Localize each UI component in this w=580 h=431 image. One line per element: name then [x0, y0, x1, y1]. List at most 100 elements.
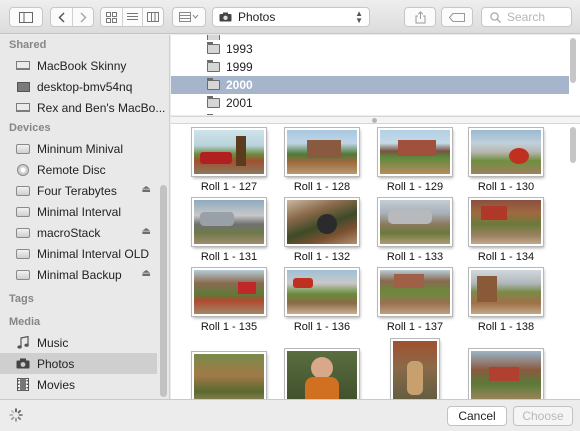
photo-thumbnail	[192, 268, 266, 316]
split-divider[interactable]	[171, 116, 580, 124]
chevron-up-down-icon: ▲ ▼	[355, 9, 363, 25]
photo-tile[interactable]	[190, 352, 268, 399]
section-header-shared: Shared	[9, 39, 47, 51]
photo-tile[interactable]: Roll 1 - 134	[467, 198, 545, 263]
folder-row-2001[interactable]: 2001	[171, 94, 569, 112]
photo-thumbnail	[378, 128, 452, 176]
folder-row-1999[interactable]: 1999	[171, 58, 569, 76]
search-field[interactable]: Search	[481, 7, 572, 27]
eject-icon[interactable]: ⏏	[142, 268, 151, 279]
photo-caption: Roll 1 - 136	[293, 321, 351, 333]
photo-tile[interactable]: Roll 1 - 137	[376, 268, 454, 333]
folder-icon	[207, 78, 220, 90]
photo-caption: Roll 1 - 132	[293, 251, 351, 263]
folder-icon	[207, 42, 220, 54]
disk-icon	[16, 143, 30, 155]
tag-icon	[449, 12, 465, 22]
column-view-button[interactable]	[142, 8, 163, 26]
sidebar-item-mininum-minival[interactable]: Mininum Minival	[0, 138, 157, 159]
sidebar-item-minimal-backup[interactable]: Minimal Backup ⏏	[0, 264, 157, 285]
photo-thumbnail	[285, 349, 359, 399]
photo-tile[interactable]: Roll 1 - 136	[283, 268, 361, 333]
sidebar-item-movies[interactable]: Movies	[0, 374, 157, 395]
bottom-bar: Cancel Choose	[0, 399, 580, 431]
sidebar-item-remote-disc[interactable]: Remote Disc	[0, 159, 157, 180]
sidebar-item-desktop-bmv54nq[interactable]: desktop-bmv54nq	[0, 76, 157, 97]
photo-tile[interactable]	[467, 349, 545, 399]
list-view-icon	[126, 13, 138, 20]
chevron-right-icon	[80, 11, 87, 23]
folder-label: 1993	[226, 42, 253, 56]
sidebar-item-macbook-skinny[interactable]: MacBook Skinny	[0, 55, 157, 76]
sidebar-item-music[interactable]: Music	[0, 332, 157, 353]
icon-view-button[interactable]	[101, 8, 122, 26]
disk-icon	[16, 248, 30, 260]
sidebar-scrollbar[interactable]	[160, 185, 167, 397]
photo-caption: Roll 1 - 128	[293, 181, 351, 193]
folder-row-2000[interactable]: 2000	[171, 76, 569, 94]
folder-label: 1999	[226, 60, 253, 74]
search-icon	[490, 11, 501, 23]
sidebar-toggle-button[interactable]	[9, 7, 43, 27]
photo-tile[interactable]: Roll 1 - 132	[283, 198, 361, 263]
photo-tile[interactable]: Roll 1 - 128	[283, 128, 361, 193]
cancel-button[interactable]: Cancel	[447, 406, 507, 426]
folder-row-partial-bottom[interactable]	[171, 112, 569, 115]
photo-grid-scrollbar[interactable]	[570, 127, 576, 163]
photo-thumbnail	[285, 198, 359, 246]
photo-caption: Roll 1 - 137	[386, 321, 444, 333]
location-label: Photos	[238, 10, 276, 24]
disk-icon	[16, 206, 30, 218]
monitor-icon	[16, 81, 30, 93]
back-button[interactable]	[51, 8, 72, 26]
section-header-devices: Devices	[9, 122, 51, 134]
disk-icon	[16, 185, 30, 197]
location-popup[interactable]: Photos ▲ ▼	[212, 7, 370, 27]
photo-tile[interactable]	[376, 339, 454, 399]
laptop-icon	[16, 102, 30, 114]
photo-tile[interactable]: Roll 1 - 135	[190, 268, 268, 333]
share-button[interactable]	[404, 7, 436, 27]
photo-tile[interactable]: Roll 1 - 127	[190, 128, 268, 193]
folder-list-scrollbar[interactable]	[570, 38, 576, 83]
photo-tile[interactable]: Roll 1 - 129	[376, 128, 454, 193]
eject-icon[interactable]: ⏏	[142, 184, 151, 195]
split-handle-icon[interactable]	[372, 118, 377, 123]
photo-thumbnail	[469, 128, 543, 176]
photo-tile[interactable]: Roll 1 - 131	[190, 198, 268, 263]
forward-button[interactable]	[72, 8, 93, 26]
music-note-icon	[16, 336, 30, 349]
photo-caption: Roll 1 - 130	[477, 181, 535, 193]
sidebar-item-minimal-interval-old[interactable]: Minimal Interval OLD	[0, 243, 157, 264]
disc-icon	[16, 163, 30, 176]
photo-tile[interactable]: Roll 1 - 138	[467, 268, 545, 333]
tag-button[interactable]	[441, 7, 473, 27]
sidebar-item-label: Remote Disc	[37, 162, 106, 177]
photo-thumbnail	[285, 128, 359, 176]
section-header-media: Media	[9, 316, 41, 328]
photo-tile[interactable]	[283, 349, 361, 399]
photo-thumbnail	[469, 349, 543, 399]
sidebar-item-minimal-interval[interactable]: Minimal Interval	[0, 201, 157, 222]
choose-button[interactable]: Choose	[513, 406, 573, 426]
photo-thumbnail	[285, 268, 359, 316]
sidebar-item-label: macroStack	[37, 225, 101, 240]
photo-thumbnail	[469, 198, 543, 246]
eject-icon[interactable]: ⏏	[142, 226, 151, 237]
photo-tile[interactable]: Roll 1 - 130	[467, 128, 545, 193]
sidebar-item-label: Photos	[37, 356, 75, 371]
photo-thumbnail	[378, 268, 452, 316]
section-header-tags: Tags	[9, 293, 34, 305]
back-forward-control	[50, 7, 94, 27]
film-icon	[16, 378, 30, 391]
sidebar-item-rex-and-bens-macbook[interactable]: Rex and Ben's MacBo...	[0, 97, 165, 118]
photo-tile[interactable]: Roll 1 - 133	[376, 198, 454, 263]
sidebar-item-four-terabytes[interactable]: Four Terabytes ⏏	[0, 180, 157, 201]
photo-caption: Roll 1 - 127	[200, 181, 258, 193]
folder-row-1993[interactable]: 1993	[171, 40, 569, 58]
photo-grid: Roll 1 - 127 Roll 1 - 128 Roll 1 - 129 R…	[171, 124, 580, 399]
arrange-button[interactable]	[172, 7, 206, 27]
sidebar-item-photos[interactable]: Photos	[0, 353, 157, 374]
list-view-button[interactable]	[121, 8, 143, 26]
sidebar-item-macrostack[interactable]: macroStack ⏏	[0, 222, 157, 243]
